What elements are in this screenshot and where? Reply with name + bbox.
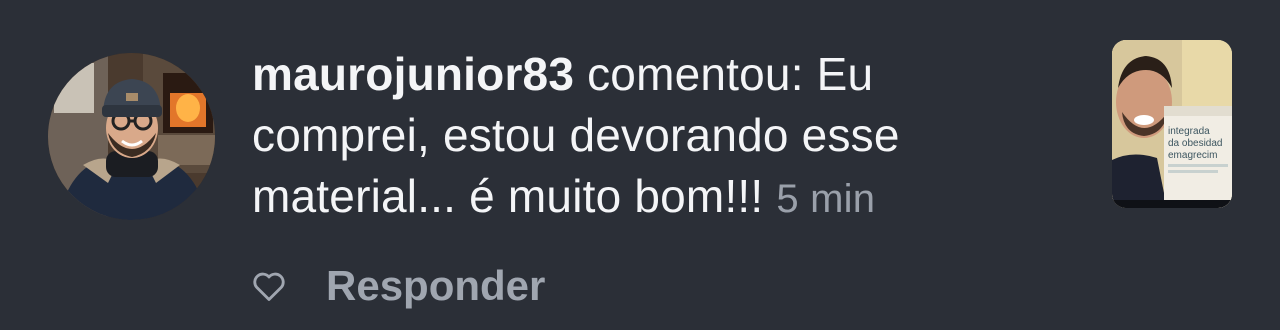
comment-notification[interactable]: maurojunior83 comentou: Eu comprei, esto…: [0, 0, 1280, 330]
comment-username[interactable]: maurojunior83: [252, 48, 574, 100]
comment-text: maurojunior83 comentou: Eu comprei, esto…: [252, 44, 1052, 230]
post-thumbnail[interactable]: integrada da obesidad emagrecim: [1112, 40, 1232, 208]
comment-time: 5 min: [776, 177, 876, 221]
avatar-photo: [48, 53, 215, 220]
heart-outline-icon[interactable]: [250, 267, 288, 305]
thumbnail-book-title: integrada: [1168, 126, 1210, 137]
comment-actions: Responder: [250, 258, 545, 314]
svg-text:da obesidad: da obesidad: [1168, 138, 1223, 149]
reply-button[interactable]: Responder: [326, 262, 545, 310]
post-thumbnail-image: integrada da obesidad emagrecim: [1112, 40, 1232, 208]
user-avatar[interactable]: [48, 53, 215, 220]
svg-text:emagrecim: emagrecim: [1168, 150, 1217, 161]
